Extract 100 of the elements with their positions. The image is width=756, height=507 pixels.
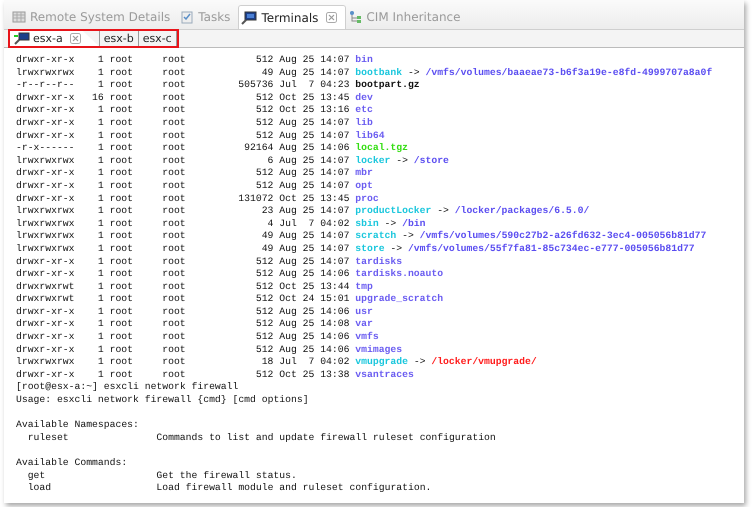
file-name: locker [355, 154, 390, 168]
link-count: 1 [96, 205, 104, 218]
owner: root [110, 344, 134, 356]
command-description: Load firewall module and ruleset configuration. [156, 482, 432, 495]
permissions: drwxr-xr-x [16, 130, 74, 142]
group: root [162, 205, 215, 218]
file-size: 512 [254, 167, 274, 180]
command-name: get [28, 470, 46, 482]
group: root [162, 230, 215, 243]
file-name: tmp [355, 280, 373, 294]
owner: root [110, 368, 134, 382]
owner: root [110, 242, 134, 256]
link-count: 1 [96, 154, 104, 168]
file-name: vmimages [355, 344, 402, 356]
group: root [162, 142, 215, 155]
modified-date: Aug 25 14:07 [279, 130, 350, 142]
permissions: drwxr-xr-x [16, 104, 74, 117]
group: root [162, 368, 215, 382]
modified-date: Oct 25 13:45 [279, 192, 350, 206]
file-name: sbin [355, 218, 379, 230]
permissions: drwxr-xr-x [16, 256, 74, 268]
modified-date: Aug 25 14:07 [279, 256, 350, 268]
permissions: drwxr-xr-x [16, 116, 74, 130]
file-name: bootbank [355, 66, 402, 80]
group: root [162, 356, 215, 369]
file-name: productLocker [355, 205, 432, 218]
file-name: bootpart.gz [355, 79, 420, 92]
link-count: 1 [96, 192, 104, 206]
owner: root [110, 318, 134, 332]
output-line: Available Namespaces: [16, 419, 139, 432]
output-line: Available Commands: [16, 457, 128, 470]
file-size: 512 [254, 306, 274, 318]
session-tab[interactable]: esx-a [10, 31, 99, 46]
modified-date: Aug 25 14:07 [279, 180, 350, 193]
monitor-icon [241, 10, 258, 24]
permissions: drwxr-xr-x [16, 54, 74, 67]
file-size: 512 [254, 268, 274, 281]
file-name: vmupgrade [355, 356, 408, 369]
file-name: dev [355, 92, 373, 104]
modified-date: Aug 25 14:06 [279, 331, 350, 344]
permissions: drwxr-xr-x [16, 318, 74, 332]
command-description: Get the firewall status. [156, 470, 297, 482]
owner: root [110, 293, 134, 306]
link-count: 1 [96, 66, 104, 80]
file-size: 512 [254, 280, 274, 294]
file-size: 6 [266, 154, 274, 168]
group: root [162, 66, 215, 80]
link-count: 1 [96, 268, 104, 281]
session-tab[interactable]: esx-c [138, 31, 177, 46]
permissions: drwxr-xr-x [16, 368, 74, 382]
group: root [162, 116, 215, 130]
link-arrow: -> [402, 230, 414, 243]
permissions: -r-x------ [16, 142, 74, 155]
link-target: /vmfs/volumes/baaeae73-b6f3a19e-e8fd-4999707a8a0f [426, 66, 712, 80]
link-target: /vmfs/volumes/55f7fa81-85c734ec-e777-005056b81d77 [408, 242, 695, 256]
group: root [162, 280, 215, 294]
file-name: proc [355, 192, 379, 206]
file-size: 512 [254, 180, 274, 193]
link-target: /locker/vmupgrade/ [431, 356, 537, 369]
modified-date: Aug 25 14:07 [279, 116, 350, 130]
group: root [162, 242, 215, 256]
close-icon[interactable] [70, 33, 81, 44]
file-name: tardisks.noauto [355, 268, 444, 281]
close-icon[interactable] [326, 12, 338, 23]
permissions: lrwxrwxrwx [16, 242, 74, 256]
file-size: 512 [254, 331, 274, 344]
file-size: 49 [260, 230, 274, 243]
group: root [162, 268, 215, 281]
file-size: 18 [260, 356, 274, 369]
owner: root [110, 280, 134, 294]
modified-date: Aug 25 14:07 [279, 154, 350, 168]
modified-date: Oct 25 13:44 [279, 280, 350, 294]
file-size: 49 [260, 242, 274, 256]
command-name: ruleset [28, 432, 70, 444]
group: root [162, 306, 215, 318]
link-count: 1 [96, 54, 104, 67]
file-name: tardisks [355, 256, 402, 268]
command-description: Commands to list and update firewall ruleset configuration [156, 432, 496, 444]
file-size: 131072 [237, 192, 274, 206]
session-tab[interactable]: esx-b [98, 31, 139, 46]
modified-date: Oct 25 13:16 [279, 104, 350, 117]
view-tab[interactable]: Terminals [238, 5, 346, 29]
permissions: drwxr-xr-x [16, 92, 74, 104]
file-size: 512 [254, 130, 274, 142]
link-count: 1 [96, 130, 104, 142]
modified-date: Aug 25 14:08 [279, 318, 350, 332]
file-size: 512 [254, 92, 274, 104]
link-arrow: -> [437, 205, 449, 218]
owner: root [110, 268, 134, 281]
link-count: 1 [96, 318, 104, 332]
link-arrow: -> [384, 218, 396, 230]
group: root [162, 180, 215, 193]
hierarchy-icon [348, 10, 362, 24]
link-count: 1 [96, 280, 104, 294]
owner: root [110, 92, 134, 104]
table-icon [12, 10, 26, 24]
link-count: 1 [96, 142, 104, 155]
link-count: 1 [96, 180, 104, 193]
group: root [162, 130, 215, 142]
file-name: mbr [355, 167, 373, 180]
